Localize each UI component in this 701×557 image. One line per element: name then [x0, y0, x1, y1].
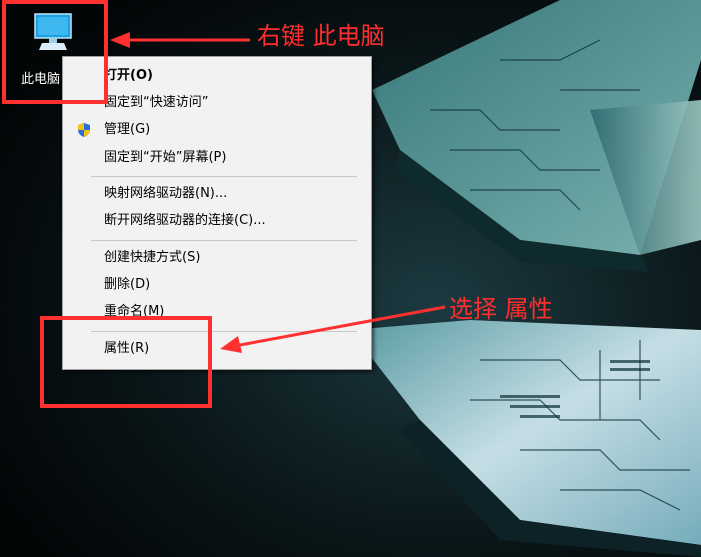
annotation-step1: 右键 此电脑	[257, 22, 385, 50]
annotation-arrows	[110, 32, 446, 353]
annotation-step2: 选择 属性	[449, 295, 553, 323]
